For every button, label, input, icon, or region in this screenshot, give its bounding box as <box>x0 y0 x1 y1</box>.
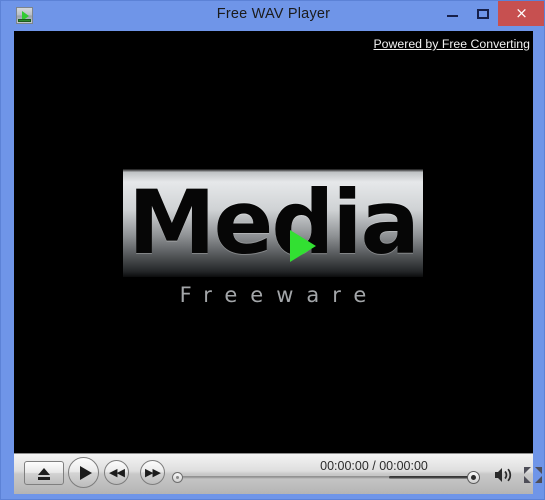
eject-icon-bar <box>38 477 50 480</box>
previous-track-button[interactable]: ◀◀ <box>104 460 129 485</box>
volume-track <box>389 476 474 479</box>
video-display-area[interactable]: Powered by Free Converting Media Freewar… <box>14 31 533 453</box>
play-icon <box>80 466 92 480</box>
close-button[interactable]: × <box>498 0 545 26</box>
seek-handle[interactable] <box>172 472 183 483</box>
maximize-button[interactable] <box>468 0 498 26</box>
fullscreen-icon[interactable] <box>522 465 544 485</box>
powered-by-link[interactable]: Powered by Free Converting <box>373 37 530 51</box>
eject-button[interactable] <box>24 461 64 485</box>
time-display: 00:00:00 / 00:00:00 <box>320 459 428 473</box>
close-icon: × <box>515 4 528 22</box>
logo-primary-text: Media <box>128 171 420 274</box>
logo-plate: Media <box>123 169 423 277</box>
volume-handle[interactable] <box>467 471 480 484</box>
next-track-button[interactable]: ▶▶ <box>140 460 165 485</box>
eject-icon <box>38 468 50 475</box>
logo-secondary-text: Freeware <box>179 283 380 307</box>
maximize-icon <box>477 9 489 19</box>
previous-icon: ◀◀ <box>109 466 125 479</box>
minimize-button[interactable] <box>438 0 468 26</box>
volume-icon[interactable] <box>493 467 515 483</box>
minimize-icon <box>447 15 458 17</box>
application-window: Free WAV Player × Powered by Free Conver… <box>0 0 545 500</box>
volume-slider[interactable] <box>389 471 481 484</box>
media-freeware-logo: Media Freeware <box>123 169 423 314</box>
logo-play-triangle-icon <box>290 230 316 262</box>
player-control-bar: ◀◀ ▶▶ 00:00:00 / 00:00:00 <box>14 453 542 494</box>
next-icon: ▶▶ <box>145 466 161 479</box>
play-button[interactable] <box>68 457 99 488</box>
title-bar[interactable]: Free WAV Player × <box>1 0 545 31</box>
